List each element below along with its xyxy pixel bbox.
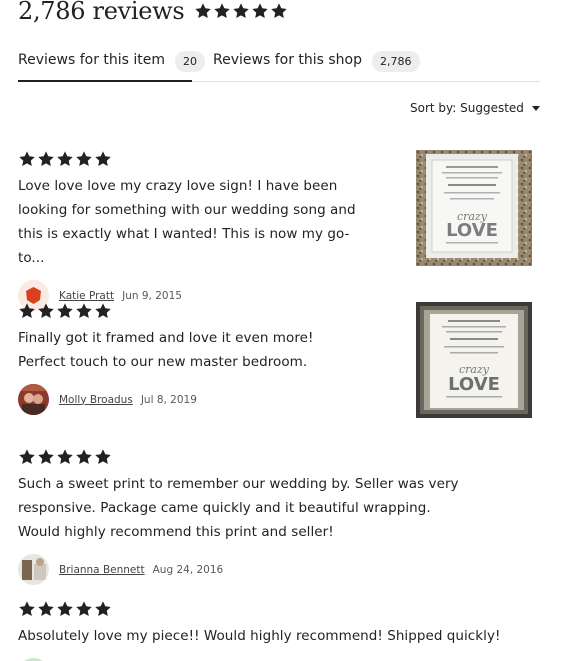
count-badge: 2,786 — [372, 51, 420, 72]
tab-reviews-shop[interactable]: Reviews for this shop 2,786 — [213, 46, 420, 82]
star-icon — [194, 2, 212, 20]
star-icon — [56, 600, 74, 618]
review-rating-stars — [18, 600, 538, 618]
star-icon — [213, 2, 231, 20]
star-icon — [56, 448, 74, 466]
reviewer-name-link[interactable]: Molly Broadus — [59, 394, 133, 406]
tab-label: Reviews for this item — [18, 52, 166, 68]
review-text: Love love love my crazy love sign! I hav… — [18, 178, 356, 266]
review-text: Finally got it framed and love it even m… — [18, 330, 314, 370]
star-icon — [18, 150, 36, 168]
photo-main-text: LOVE — [446, 220, 498, 241]
review-count-title: 2,786 reviews — [18, 0, 185, 25]
star-icon — [18, 600, 36, 618]
star-icon — [94, 302, 112, 320]
review-item: Absolutely love my piece!! Would highly … — [18, 600, 538, 661]
star-icon — [56, 150, 74, 168]
star-icon — [75, 150, 93, 168]
sort-label: Sort by: Suggested — [410, 101, 524, 115]
reviewer-name-link[interactable]: Brianna Bennett — [59, 564, 145, 576]
review-date: Jun 9, 2015 — [122, 289, 182, 302]
caret-down-icon — [531, 105, 540, 111]
star-icon — [37, 448, 55, 466]
avatar[interactable] — [18, 384, 49, 415]
reviews-header: 2,786 reviews — [18, 0, 288, 28]
review-date: Jul 8, 2019 — [140, 393, 197, 406]
star-icon — [270, 2, 288, 20]
review-photo[interactable]: crazy LOVE — [416, 150, 532, 266]
review-photo[interactable]: crazy LOVE — [416, 302, 532, 418]
review-meta: Brianna Bennett Aug 24, 2016 — [18, 554, 538, 585]
star-icon — [18, 448, 36, 466]
star-icon — [75, 302, 93, 320]
review-text: Absolutely love my piece!! Would highly … — [18, 628, 501, 644]
star-icon — [232, 2, 250, 20]
count-badge: 20 — [175, 51, 206, 72]
review-date: Aug 24, 2016 — [152, 563, 224, 576]
star-icon — [94, 150, 112, 168]
star-icon — [37, 600, 55, 618]
overall-rating-stars — [194, 2, 288, 20]
avatar[interactable] — [18, 554, 49, 585]
star-icon — [251, 2, 269, 20]
star-icon — [75, 600, 93, 618]
photo-main-text: LOVE — [448, 374, 500, 395]
star-icon — [75, 448, 93, 466]
review-tabs: Reviews for this item 20 Reviews for thi… — [18, 46, 540, 82]
star-icon — [94, 448, 112, 466]
star-icon — [37, 302, 55, 320]
reviewer-name-link[interactable]: Katie Pratt — [59, 290, 114, 302]
star-icon — [94, 600, 112, 618]
tab-reviews-item[interactable]: Reviews for this item 20 — [18, 46, 206, 82]
star-icon — [56, 302, 74, 320]
tab-label: Reviews for this shop — [213, 52, 363, 68]
review-item: Such a sweet print to remember our weddi… — [18, 448, 538, 585]
review-rating-stars — [18, 448, 538, 466]
sort-dropdown[interactable]: Sort by: Suggested — [410, 101, 540, 115]
star-icon — [37, 150, 55, 168]
review-text: Such a sweet print to remember our weddi… — [18, 476, 459, 540]
star-icon — [18, 302, 36, 320]
